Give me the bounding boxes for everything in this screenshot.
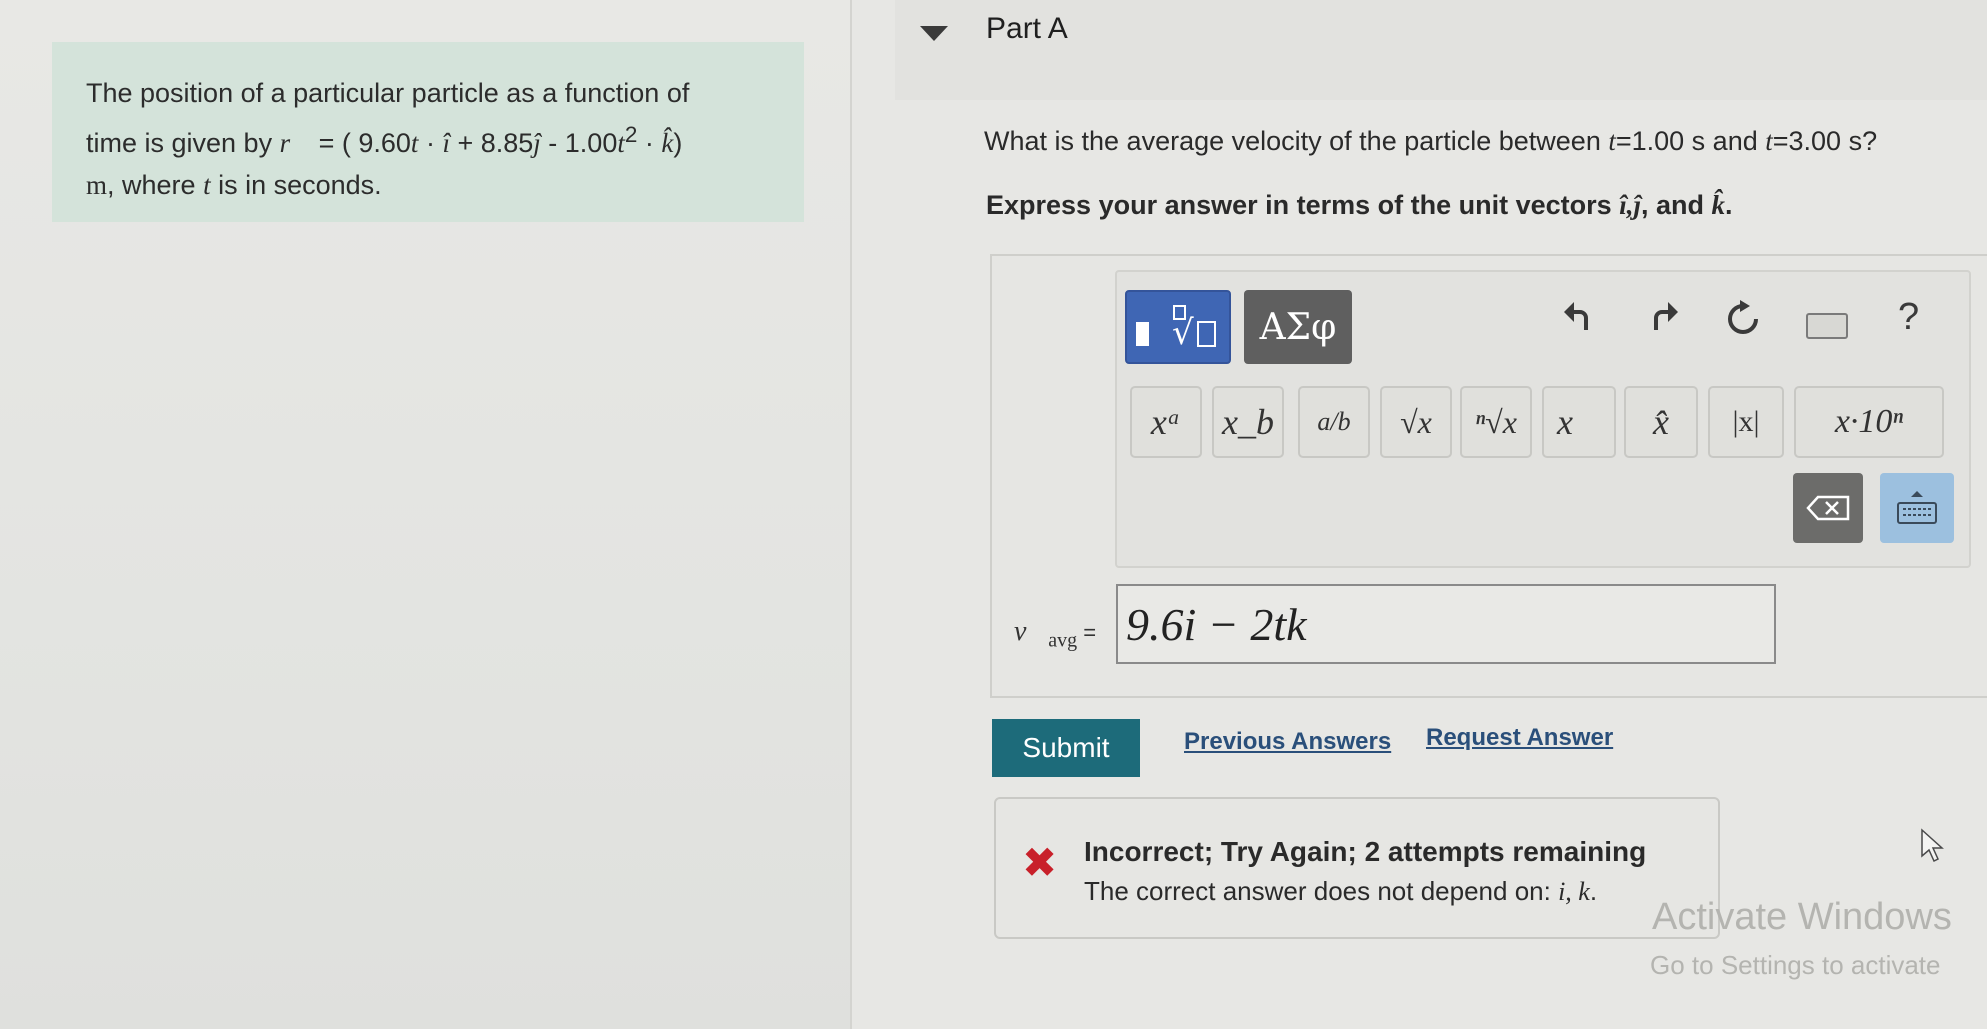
absolute-value-label: |x| [1732,405,1760,438]
collapse-triangle-icon[interactable] [920,26,948,41]
nth-root-label: ⁿ√x [1475,403,1517,440]
part-title: Part A [986,12,1068,45]
vector-button[interactable]: x⃗ [1542,386,1616,458]
answer-value: 9.6i − 2tk [1126,598,1307,650]
subscript-label: x_b [1222,402,1274,442]
keyboard-shortcuts-icon[interactable] [1806,313,1848,339]
help-button[interactable]: ? [1898,296,1919,339]
subscript-button[interactable]: x_b [1212,386,1284,458]
unit-vector-button[interactable]: x̂ [1624,386,1698,458]
fraction-button[interactable]: a/b [1298,386,1370,458]
scientific-notation-button[interactable]: x·10ⁿ [1794,386,1944,458]
fraction-label: a/b [1317,407,1351,436]
feedback-text: The correct answer does not depend on: i… [1084,876,1598,906]
greek-symbols-button[interactable]: ΑΣφ [1244,290,1352,364]
activate-windows-subtitle: Go to Settings to activate [1650,950,1941,980]
redo-icon[interactable] [1646,300,1682,346]
nth-root-button[interactable]: ⁿ√x [1460,386,1532,458]
j-hat: ĵ [533,128,541,158]
r-vector: r⃗ [279,128,312,158]
backspace-icon [1806,495,1850,521]
keyboard-icon [1897,491,1937,524]
square-root-label: √x [1400,403,1432,440]
scientific-notation-label: x·10ⁿ [1834,403,1904,440]
i-hat: î [442,128,450,158]
problem-line-2: time is given by r⃗ = ( 9.60t · î + 8.85… [86,122,683,158]
unit-vector-label: x̂ [1653,402,1669,442]
superscript-label: xᵃ [1150,402,1182,442]
problem-statement: The position of a particular particle as… [52,42,804,222]
problem-line-1: The position of a particular particle as… [86,78,690,108]
square-root-button[interactable]: √x [1380,386,1452,458]
undo-icon[interactable] [1560,300,1596,346]
request-answer-link[interactable]: Request Answer [1426,724,1613,752]
k-hat: k̂ [661,128,674,158]
vector-label: x⃗ [1557,402,1601,442]
feedback-title: Incorrect; Try Again; 2 attempts remaini… [1084,836,1647,867]
express-instruction: Express your answer in terms of the unit… [986,190,1733,220]
problem-line-3: m, where t is in seconds. [86,170,382,200]
answer-label: v⃗avg = [1014,616,1097,652]
activate-windows-title: Activate Windows [1652,896,1952,938]
delete-button[interactable] [1793,473,1863,543]
templates-button[interactable]: √ [1125,290,1231,364]
absolute-value-button[interactable]: |x| [1708,386,1784,458]
feedback-box [994,797,1720,939]
templates-icon: √ [1136,305,1216,353]
reset-icon[interactable] [1724,300,1762,348]
question-text: What is the average velocity of the part… [984,126,1878,156]
submit-button[interactable]: Submit [992,719,1140,777]
superscript-button[interactable]: xᵃ [1130,386,1202,458]
mouse-cursor-icon [1920,828,1946,869]
incorrect-icon: ✖ [1022,839,1058,886]
previous-answers-link[interactable]: Previous Answers [1184,728,1391,756]
keyboard-toggle-button[interactable] [1880,473,1954,543]
answer-input[interactable]: 9.6i − 2tk [1116,584,1776,664]
